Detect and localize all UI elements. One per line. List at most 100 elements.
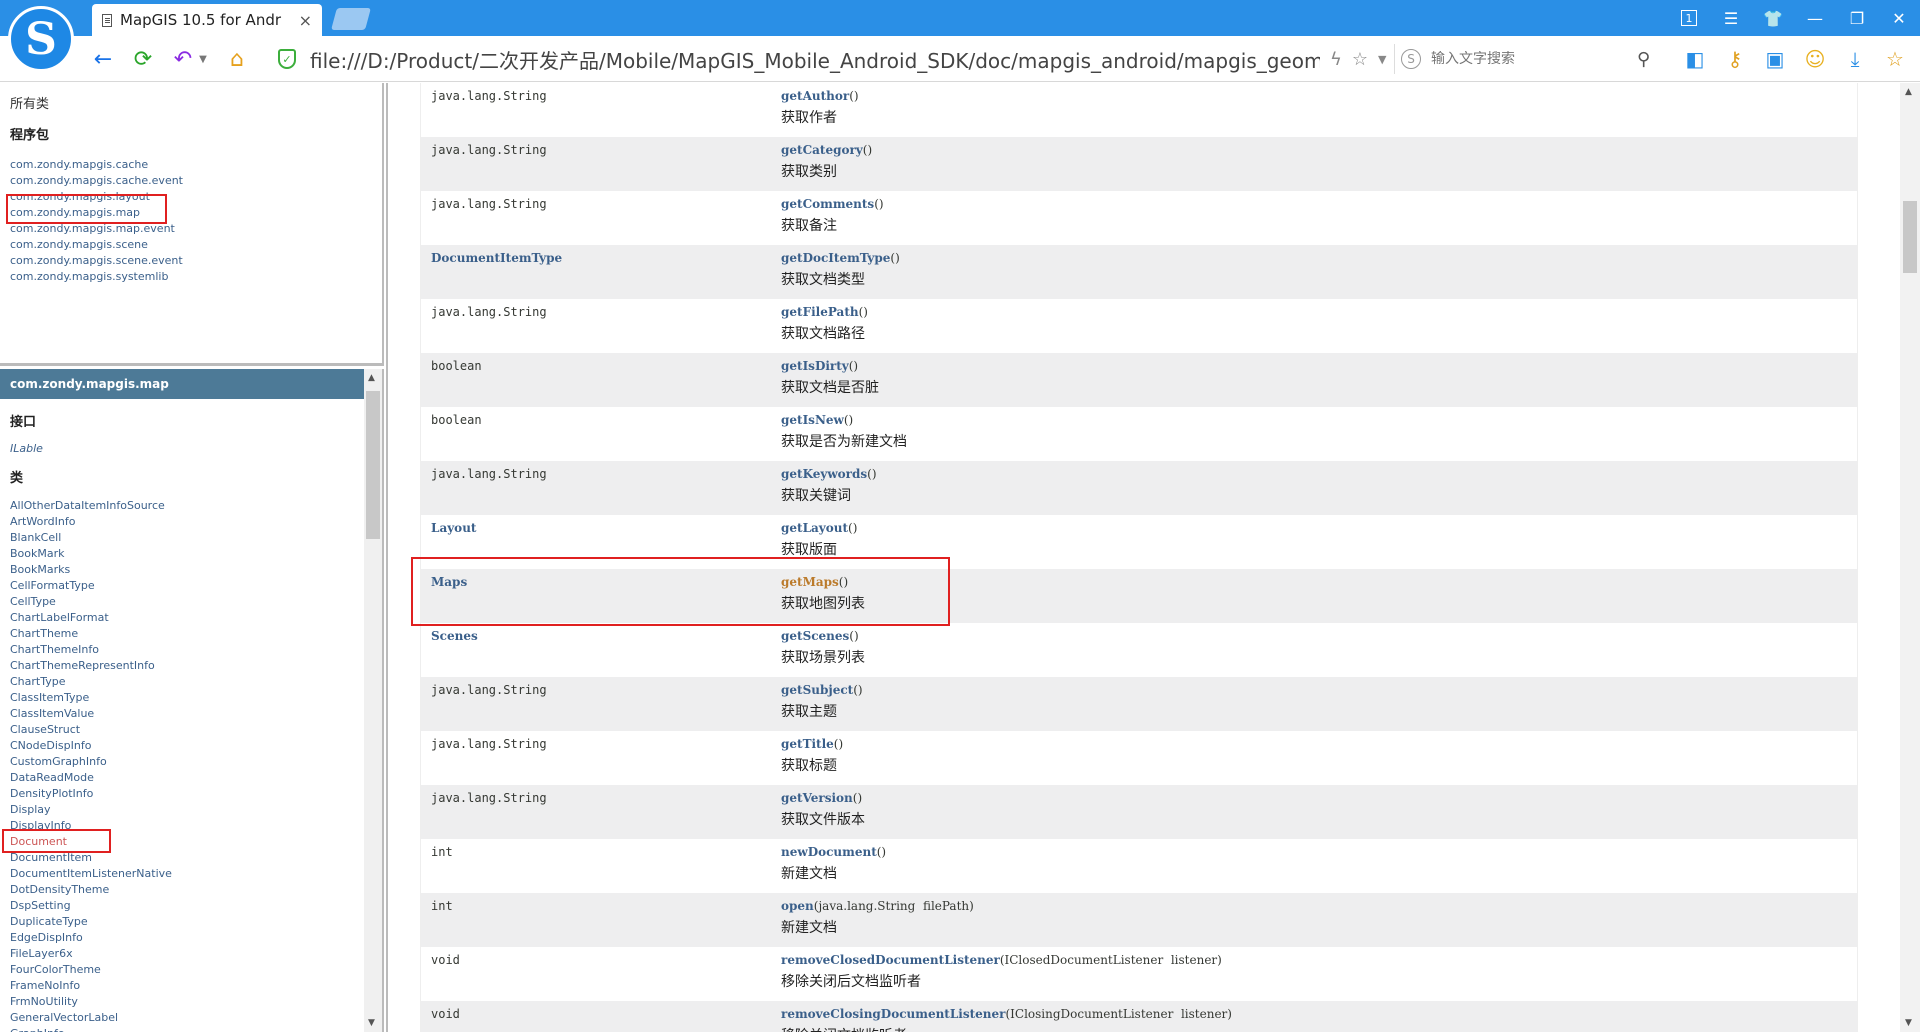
close-window-icon[interactable]: ✕ — [1878, 0, 1920, 36]
interface-link[interactable]: ILable — [10, 442, 372, 455]
new-tab-button[interactable] — [331, 8, 371, 30]
scroll-up-arrow[interactable]: ▲ — [1905, 87, 1912, 97]
minimize-icon[interactable]: — — [1794, 0, 1836, 36]
package-link[interactable]: com.zondy.mapgis.scene.event — [10, 253, 372, 269]
class-link[interactable]: DuplicateType — [10, 914, 372, 930]
class-link[interactable]: EdgeDispInfo — [10, 930, 372, 946]
method-name-link[interactable]: getSubject — [781, 683, 853, 697]
translate-icon[interactable]: ▣ — [1760, 44, 1790, 74]
class-link[interactable]: DensityPlotInfo — [10, 786, 372, 802]
search-icon[interactable]: ⚲ — [1637, 49, 1650, 70]
class-link[interactable]: DocumentItemListenerNative — [10, 866, 372, 882]
method-name-link[interactable]: getAuthor — [781, 89, 849, 103]
class-link[interactable]: FileLayer6x — [10, 946, 372, 962]
method-name-link[interactable]: removeClosingDocumentListener — [781, 1007, 1005, 1021]
frame-divider[interactable] — [386, 83, 388, 1032]
tab-count-button[interactable]: 1 — [1668, 0, 1710, 36]
undo-icon[interactable]: ↶ — [168, 44, 198, 74]
class-link[interactable]: ChartTheme — [10, 626, 372, 642]
package-link[interactable]: com.zondy.mapgis.map — [10, 205, 372, 221]
method-name-link[interactable]: getDocItemType — [781, 251, 890, 265]
return-type[interactable]: Layout — [421, 515, 781, 569]
search-box[interactable]: S ⚲ — [1394, 44, 1664, 74]
method-name-link[interactable]: getMaps — [781, 575, 839, 589]
method-name-link[interactable]: getVersion — [781, 791, 853, 805]
browser-tab[interactable]: MapGIS 10.5 for Andr × — [92, 4, 322, 36]
address-bar[interactable]: ✓ file:///D:/Product/二次开发产品/Mobile/MapGI… — [278, 42, 1388, 76]
method-name-link[interactable]: getIsNew — [781, 413, 844, 427]
class-link[interactable]: BookMarks — [10, 562, 372, 578]
emoji-icon[interactable]: ☺ — [1800, 44, 1830, 74]
restore-icon[interactable]: ❐ — [1836, 0, 1878, 36]
method-name-link[interactable]: getFilePath — [781, 305, 859, 319]
class-link[interactable]: DotDensityTheme — [10, 882, 372, 898]
package-link[interactable]: com.zondy.mapgis.cache — [10, 157, 372, 173]
package-link[interactable]: com.zondy.mapgis.systemlib — [10, 269, 372, 285]
collection-icon[interactable]: ◧ — [1680, 44, 1710, 74]
return-type[interactable]: Scenes — [421, 623, 781, 677]
download-icon[interactable]: ⤓ — [1840, 44, 1870, 74]
package-link[interactable]: com.zondy.mapgis.layout — [10, 189, 372, 205]
class-link[interactable]: ClauseStruct — [10, 722, 372, 738]
scrollbar-thumb[interactable] — [366, 391, 380, 539]
class-link[interactable]: ChartThemeInfo — [10, 642, 372, 658]
class-link[interactable]: FourColorTheme — [10, 962, 372, 978]
method-name-link[interactable]: getComments — [781, 197, 874, 211]
class-link[interactable]: CustomGraphInfo — [10, 754, 372, 770]
method-name-link[interactable]: getLayout — [781, 521, 848, 535]
method-name-link[interactable]: open — [781, 899, 814, 913]
class-link[interactable]: FrameNoInfo — [10, 978, 372, 994]
class-link[interactable]: GeneralVectorLabel — [10, 1010, 372, 1026]
search-input[interactable] — [1431, 51, 1631, 67]
method-name-link[interactable]: removeClosedDocumentListener — [781, 953, 1000, 967]
key-icon[interactable]: ⚷ — [1720, 44, 1750, 74]
package-link[interactable]: com.zondy.mapgis.map.event — [10, 221, 372, 237]
chevron-down-icon[interactable]: ▼ — [1378, 53, 1386, 66]
favorites-icon[interactable]: ☆ — [1880, 44, 1910, 74]
url-text[interactable]: file:///D:/Product/二次开发产品/Mobile/MapGIS_… — [310, 45, 1320, 74]
class-link[interactable]: ChartType — [10, 674, 372, 690]
method-name-link[interactable]: getTitle — [781, 737, 834, 751]
class-link[interactable]: BlankCell — [10, 530, 372, 546]
class-link[interactable]: CellFormatType — [10, 578, 372, 594]
back-arrow-icon[interactable]: ← — [88, 44, 118, 74]
class-link[interactable]: ChartLabelFormat — [10, 610, 372, 626]
skin-icon[interactable]: 👕 — [1752, 0, 1794, 36]
chevron-down-icon[interactable]: ▼ — [196, 44, 210, 74]
class-link[interactable]: AllOtherDataItemInfoSource — [10, 498, 372, 514]
class-link[interactable]: Document — [10, 834, 372, 850]
class-link[interactable]: CNodeDispInfo — [10, 738, 372, 754]
scroll-down-arrow[interactable]: ▼ — [368, 1018, 375, 1028]
method-name-link[interactable]: newDocument — [781, 845, 877, 859]
method-name-link[interactable]: getIsDirty — [781, 359, 849, 373]
package-link[interactable]: com.zondy.mapgis.scene — [10, 237, 372, 253]
class-link[interactable]: ChartThemeRepresentInfo — [10, 658, 372, 674]
class-link[interactable]: ArtWordInfo — [10, 514, 372, 530]
package-title[interactable]: com.zondy.mapgis.map — [0, 369, 382, 399]
class-link[interactable]: CellType — [10, 594, 372, 610]
lightning-icon[interactable]: ϟ — [1330, 49, 1342, 70]
method-name-link[interactable]: getKeywords — [781, 467, 867, 481]
menu-icon[interactable]: ☰ — [1710, 0, 1752, 36]
class-link[interactable]: BookMark — [10, 546, 372, 562]
class-link[interactable]: DocumentItem — [10, 850, 372, 866]
home-icon[interactable]: ⌂ — [222, 44, 252, 74]
method-name-link[interactable]: getCategory — [781, 143, 863, 157]
class-link[interactable]: DataReadMode — [10, 770, 372, 786]
main-scrollbar[interactable]: ▲ ▼ — [1900, 83, 1920, 1032]
class-link[interactable]: Display — [10, 802, 372, 818]
scrollbar-thumb[interactable] — [1903, 201, 1917, 273]
class-link[interactable]: DspSetting — [10, 898, 372, 914]
return-type[interactable]: DocumentItemType — [421, 245, 781, 299]
scroll-down-arrow[interactable]: ▼ — [1905, 1018, 1912, 1028]
scroll-up-arrow[interactable]: ▲ — [368, 373, 375, 383]
reload-icon[interactable]: ⟳ — [128, 44, 158, 74]
class-link[interactable]: ClassItemValue — [10, 706, 372, 722]
class-link[interactable]: ClassItemType — [10, 690, 372, 706]
class-link[interactable]: DisplayInfo — [10, 818, 372, 834]
class-link[interactable]: GraphInfo — [10, 1026, 372, 1032]
tab-close-icon[interactable]: × — [299, 11, 312, 30]
all-classes-link[interactable]: 所有类 — [10, 93, 372, 112]
method-name-link[interactable]: getScenes — [781, 629, 849, 643]
class-link[interactable]: FrmNoUtility — [10, 994, 372, 1010]
